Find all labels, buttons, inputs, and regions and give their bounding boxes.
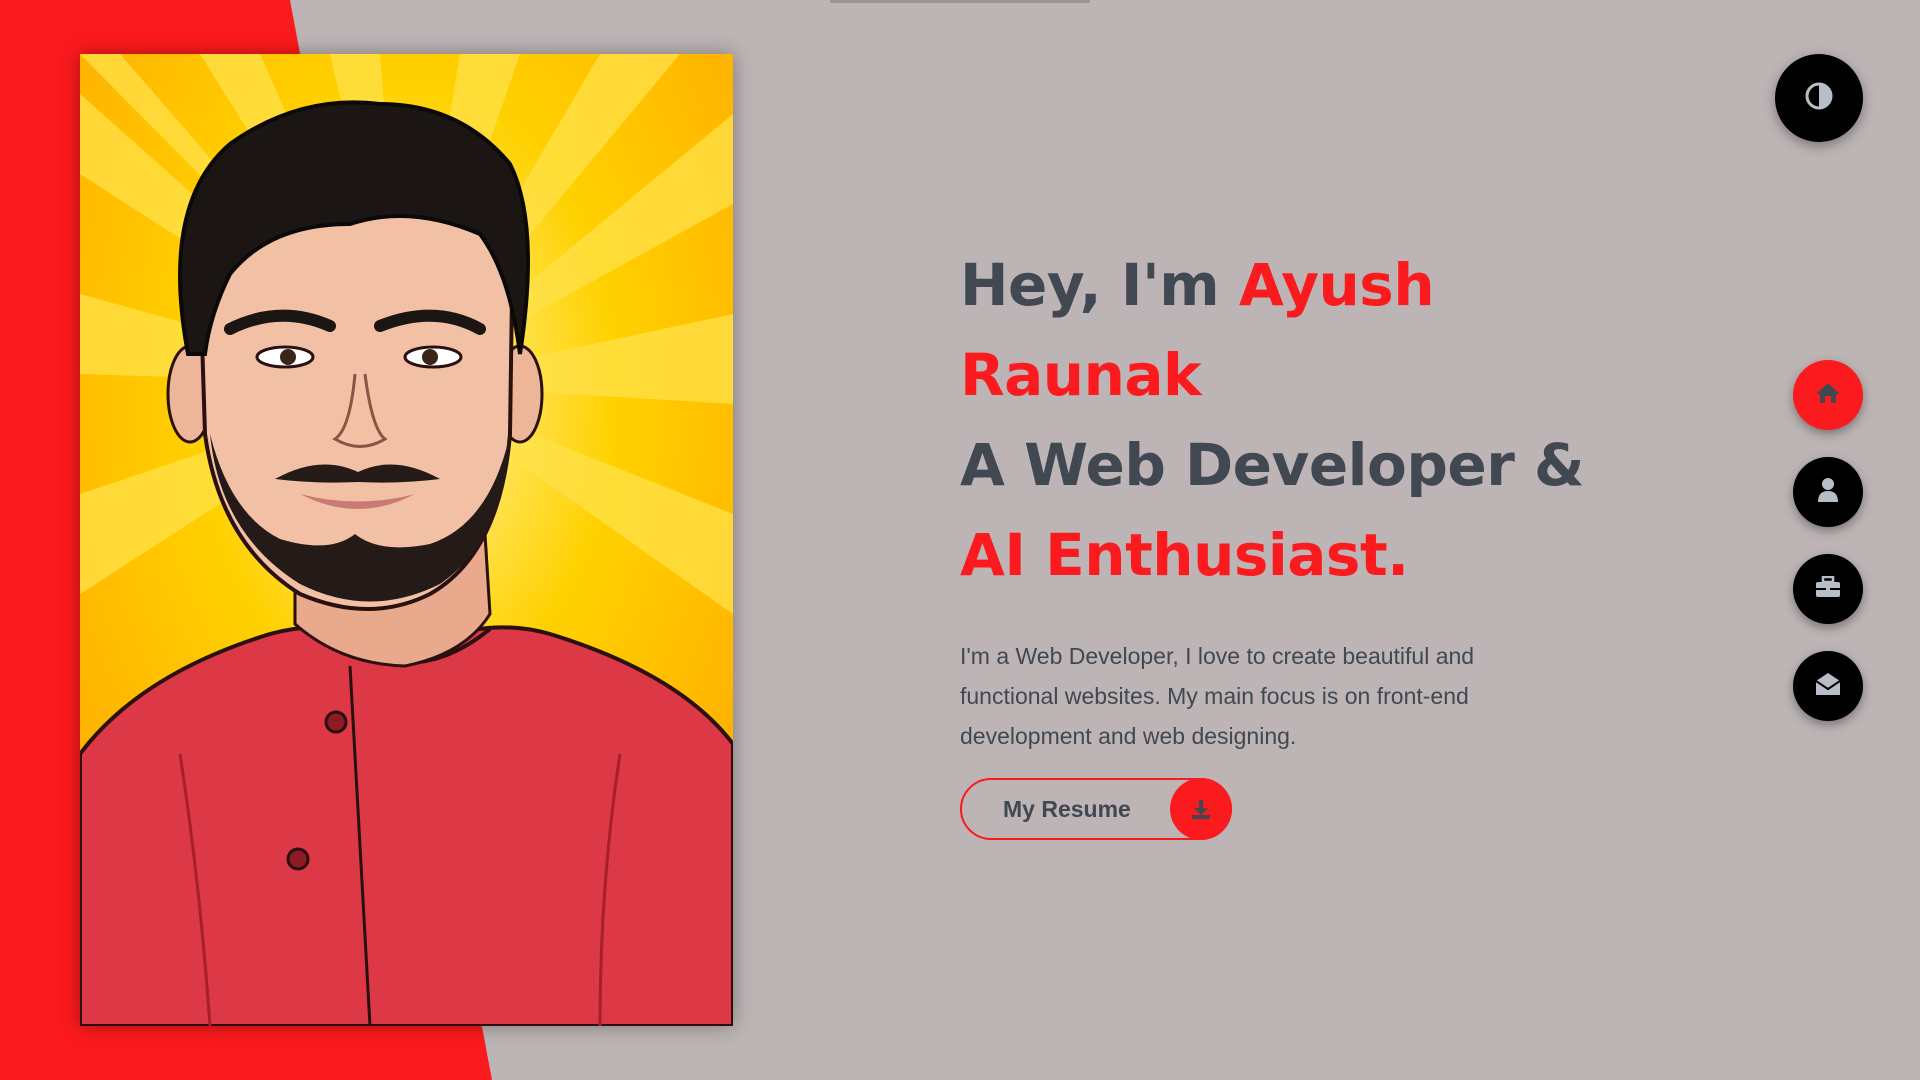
resume-button-label: My Resume <box>1003 795 1131 822</box>
user-icon <box>1816 477 1840 508</box>
profile-portrait <box>80 54 733 1026</box>
nav-about-button[interactable] <box>1793 457 1863 527</box>
theme-toggle-button[interactable] <box>1775 54 1863 142</box>
contrast-icon <box>1804 81 1834 116</box>
nav-portfolio-button[interactable] <box>1793 554 1863 624</box>
resume-button[interactable]: My Resume <box>960 778 1232 840</box>
hero-description: I'm a Web Developer, I love to create be… <box>960 643 1475 749</box>
nav-home-button[interactable] <box>1793 360 1863 430</box>
top-divider <box>830 0 1090 3</box>
name-last: Raunak <box>960 341 1202 409</box>
role-prefix: A Web Developer & <box>960 431 1585 499</box>
hero-heading: Hey, I'm Ayush Raunak A Web Developer & … <box>960 240 1600 600</box>
name-first: Ayush <box>1238 251 1435 319</box>
briefcase-icon <box>1815 575 1841 603</box>
home-icon <box>1815 381 1841 410</box>
nav-contact-button[interactable] <box>1793 651 1863 721</box>
greeting-text: Hey, I'm <box>960 251 1220 319</box>
download-icon <box>1170 778 1232 840</box>
envelope-open-icon <box>1815 672 1841 701</box>
role-accent: AI Enthusiast. <box>960 521 1409 589</box>
hero-section: Hey, I'm Ayush Raunak A Web Developer & … <box>960 240 1600 756</box>
